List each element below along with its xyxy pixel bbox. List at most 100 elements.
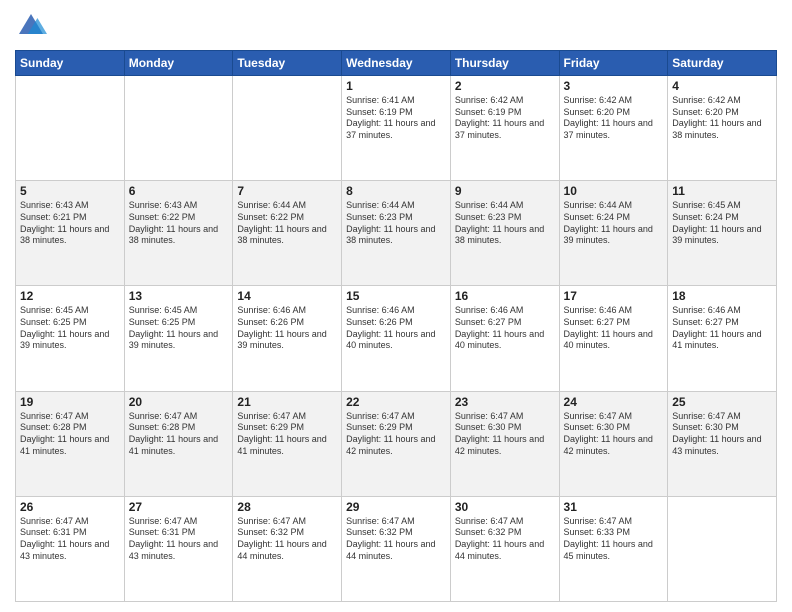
day-number: 30: [455, 500, 555, 514]
calendar-cell: [124, 76, 233, 181]
calendar-cell: 22 Sunrise: 6:47 AMSunset: 6:29 PMDayligh…: [342, 391, 451, 496]
day-number: 29: [346, 500, 446, 514]
day-number: 10: [564, 184, 664, 198]
day-number: 12: [20, 289, 120, 303]
calendar-header-friday: Friday: [559, 51, 668, 76]
day-number: 2: [455, 79, 555, 93]
day-info: Sunrise: 6:42 AMSunset: 6:19 PMDaylight:…: [455, 95, 555, 142]
calendar-cell: [233, 76, 342, 181]
day-number: 15: [346, 289, 446, 303]
calendar-week-4: 19 Sunrise: 6:47 AMSunset: 6:28 PMDayligh…: [16, 391, 777, 496]
day-number: 7: [237, 184, 337, 198]
day-number: 11: [672, 184, 772, 198]
logo-icon: [15, 10, 47, 42]
calendar-week-2: 5 Sunrise: 6:43 AMSunset: 6:21 PMDaylight…: [16, 181, 777, 286]
calendar-header-row: SundayMondayTuesdayWednesdayThursdayFrid…: [16, 51, 777, 76]
day-number: 5: [20, 184, 120, 198]
day-info: Sunrise: 6:47 AMSunset: 6:30 PMDaylight:…: [564, 411, 664, 458]
day-info: Sunrise: 6:46 AMSunset: 6:27 PMDaylight:…: [672, 305, 772, 352]
day-number: 19: [20, 395, 120, 409]
day-info: Sunrise: 6:47 AMSunset: 6:29 PMDaylight:…: [346, 411, 446, 458]
calendar-week-5: 26 Sunrise: 6:47 AMSunset: 6:31 PMDayligh…: [16, 496, 777, 601]
calendar-cell: 11Sunrise: 6:45 AMSunset: 6:24 PMDayligh…: [668, 181, 777, 286]
day-info: Sunrise: 6:46 AMSunset: 6:26 PMDaylight:…: [346, 305, 446, 352]
header: [15, 10, 777, 42]
day-info: Sunrise: 6:47 AMSunset: 6:32 PMDaylight:…: [455, 516, 555, 563]
day-number: 4: [672, 79, 772, 93]
calendar-cell: 24 Sunrise: 6:47 AMSunset: 6:30 PMDayligh…: [559, 391, 668, 496]
day-info: Sunrise: 6:47 AMSunset: 6:33 PMDaylight:…: [564, 516, 664, 563]
calendar-cell: 28Sunrise: 6:47 AMSunset: 6:32 PMDayligh…: [233, 496, 342, 601]
day-info: Sunrise: 6:45 AMSunset: 6:25 PMDaylight:…: [20, 305, 120, 352]
calendar-cell: 10 Sunrise: 6:44 AMSunset: 6:24 PMDayligh…: [559, 181, 668, 286]
day-info: Sunrise: 6:45 AMSunset: 6:25 PMDaylight:…: [129, 305, 229, 352]
day-info: Sunrise: 6:44 AMSunset: 6:22 PMDaylight:…: [237, 200, 337, 247]
calendar-cell: 7 Sunrise: 6:44 AMSunset: 6:22 PMDaylight…: [233, 181, 342, 286]
calendar-cell: 31 Sunrise: 6:47 AMSunset: 6:33 PMDayligh…: [559, 496, 668, 601]
calendar-week-3: 12 Sunrise: 6:45 AMSunset: 6:25 PMDayligh…: [16, 286, 777, 391]
day-info: Sunrise: 6:47 AMSunset: 6:28 PMDaylight:…: [20, 411, 120, 458]
day-info: Sunrise: 6:47 AMSunset: 6:31 PMDaylight:…: [129, 516, 229, 563]
calendar-cell: 29 Sunrise: 6:47 AMSunset: 6:32 PMDayligh…: [342, 496, 451, 601]
calendar-week-1: 1 Sunrise: 6:41 AMSunset: 6:19 PMDaylight…: [16, 76, 777, 181]
calendar-cell: 17 Sunrise: 6:46 AMSunset: 6:27 PMDayligh…: [559, 286, 668, 391]
calendar-cell: [16, 76, 125, 181]
day-info: Sunrise: 6:47 AMSunset: 6:30 PMDaylight:…: [672, 411, 772, 458]
calendar-cell: 2 Sunrise: 6:42 AMSunset: 6:19 PMDaylight…: [450, 76, 559, 181]
calendar-cell: [668, 496, 777, 601]
day-info: Sunrise: 6:46 AMSunset: 6:26 PMDaylight:…: [237, 305, 337, 352]
calendar-cell: 20 Sunrise: 6:47 AMSunset: 6:28 PMDayligh…: [124, 391, 233, 496]
calendar-cell: 9 Sunrise: 6:44 AMSunset: 6:23 PMDaylight…: [450, 181, 559, 286]
calendar-header-thursday: Thursday: [450, 51, 559, 76]
day-info: Sunrise: 6:42 AMSunset: 6:20 PMDaylight:…: [564, 95, 664, 142]
day-number: 21: [237, 395, 337, 409]
day-info: Sunrise: 6:47 AMSunset: 6:32 PMDaylight:…: [346, 516, 446, 563]
logo: [15, 10, 49, 42]
calendar-cell: 23Sunrise: 6:47 AMSunset: 6:30 PMDayligh…: [450, 391, 559, 496]
calendar-header-tuesday: Tuesday: [233, 51, 342, 76]
day-number: 18: [672, 289, 772, 303]
calendar-cell: 18 Sunrise: 6:46 AMSunset: 6:27 PMDayligh…: [668, 286, 777, 391]
calendar-header-saturday: Saturday: [668, 51, 777, 76]
day-number: 6: [129, 184, 229, 198]
day-info: Sunrise: 6:47 AMSunset: 6:29 PMDaylight:…: [237, 411, 337, 458]
calendar-header-sunday: Sunday: [16, 51, 125, 76]
day-info: Sunrise: 6:46 AMSunset: 6:27 PMDaylight:…: [564, 305, 664, 352]
day-number: 20: [129, 395, 229, 409]
day-info: Sunrise: 6:44 AMSunset: 6:24 PMDaylight:…: [564, 200, 664, 247]
day-number: 25: [672, 395, 772, 409]
day-number: 8: [346, 184, 446, 198]
calendar-cell: 3Sunrise: 6:42 AMSunset: 6:20 PMDaylight…: [559, 76, 668, 181]
calendar-cell: 13 Sunrise: 6:45 AMSunset: 6:25 PMDayligh…: [124, 286, 233, 391]
day-info: Sunrise: 6:43 AMSunset: 6:21 PMDaylight:…: [20, 200, 120, 247]
day-info: Sunrise: 6:42 AMSunset: 6:20 PMDaylight:…: [672, 95, 772, 142]
calendar-header-monday: Monday: [124, 51, 233, 76]
calendar-cell: 19 Sunrise: 6:47 AMSunset: 6:28 PMDayligh…: [16, 391, 125, 496]
calendar-table: SundayMondayTuesdayWednesdayThursdayFrid…: [15, 50, 777, 602]
calendar-cell: 30 Sunrise: 6:47 AMSunset: 6:32 PMDayligh…: [450, 496, 559, 601]
day-number: 9: [455, 184, 555, 198]
day-number: 24: [564, 395, 664, 409]
day-number: 13: [129, 289, 229, 303]
calendar-header-wednesday: Wednesday: [342, 51, 451, 76]
calendar-cell: 15 Sunrise: 6:46 AMSunset: 6:26 PMDayligh…: [342, 286, 451, 391]
day-number: 27: [129, 500, 229, 514]
calendar-cell: 21 Sunrise: 6:47 AMSunset: 6:29 PMDayligh…: [233, 391, 342, 496]
calendar-cell: 8Sunrise: 6:44 AMSunset: 6:23 PMDaylight…: [342, 181, 451, 286]
day-number: 17: [564, 289, 664, 303]
day-number: 1: [346, 79, 446, 93]
day-number: 26: [20, 500, 120, 514]
day-info: Sunrise: 6:47 AMSunset: 6:28 PMDaylight:…: [129, 411, 229, 458]
calendar-cell: 25 Sunrise: 6:47 AMSunset: 6:30 PMDayligh…: [668, 391, 777, 496]
day-number: 31: [564, 500, 664, 514]
day-info: Sunrise: 6:41 AMSunset: 6:19 PMDaylight:…: [346, 95, 446, 142]
calendar-cell: 12 Sunrise: 6:45 AMSunset: 6:25 PMDayligh…: [16, 286, 125, 391]
calendar-cell: 4 Sunrise: 6:42 AMSunset: 6:20 PMDaylight…: [668, 76, 777, 181]
day-number: 22: [346, 395, 446, 409]
day-info: Sunrise: 6:44 AMSunset: 6:23 PMDaylight:…: [455, 200, 555, 247]
calendar-cell: 26Sunrise: 6:47 AMSunset: 6:31 PMDayligh…: [16, 496, 125, 601]
day-info: Sunrise: 6:47 AMSunset: 6:30 PMDaylight:…: [455, 411, 555, 458]
day-number: 16: [455, 289, 555, 303]
day-number: 28: [237, 500, 337, 514]
calendar-cell: 27 Sunrise: 6:47 AMSunset: 6:31 PMDayligh…: [124, 496, 233, 601]
